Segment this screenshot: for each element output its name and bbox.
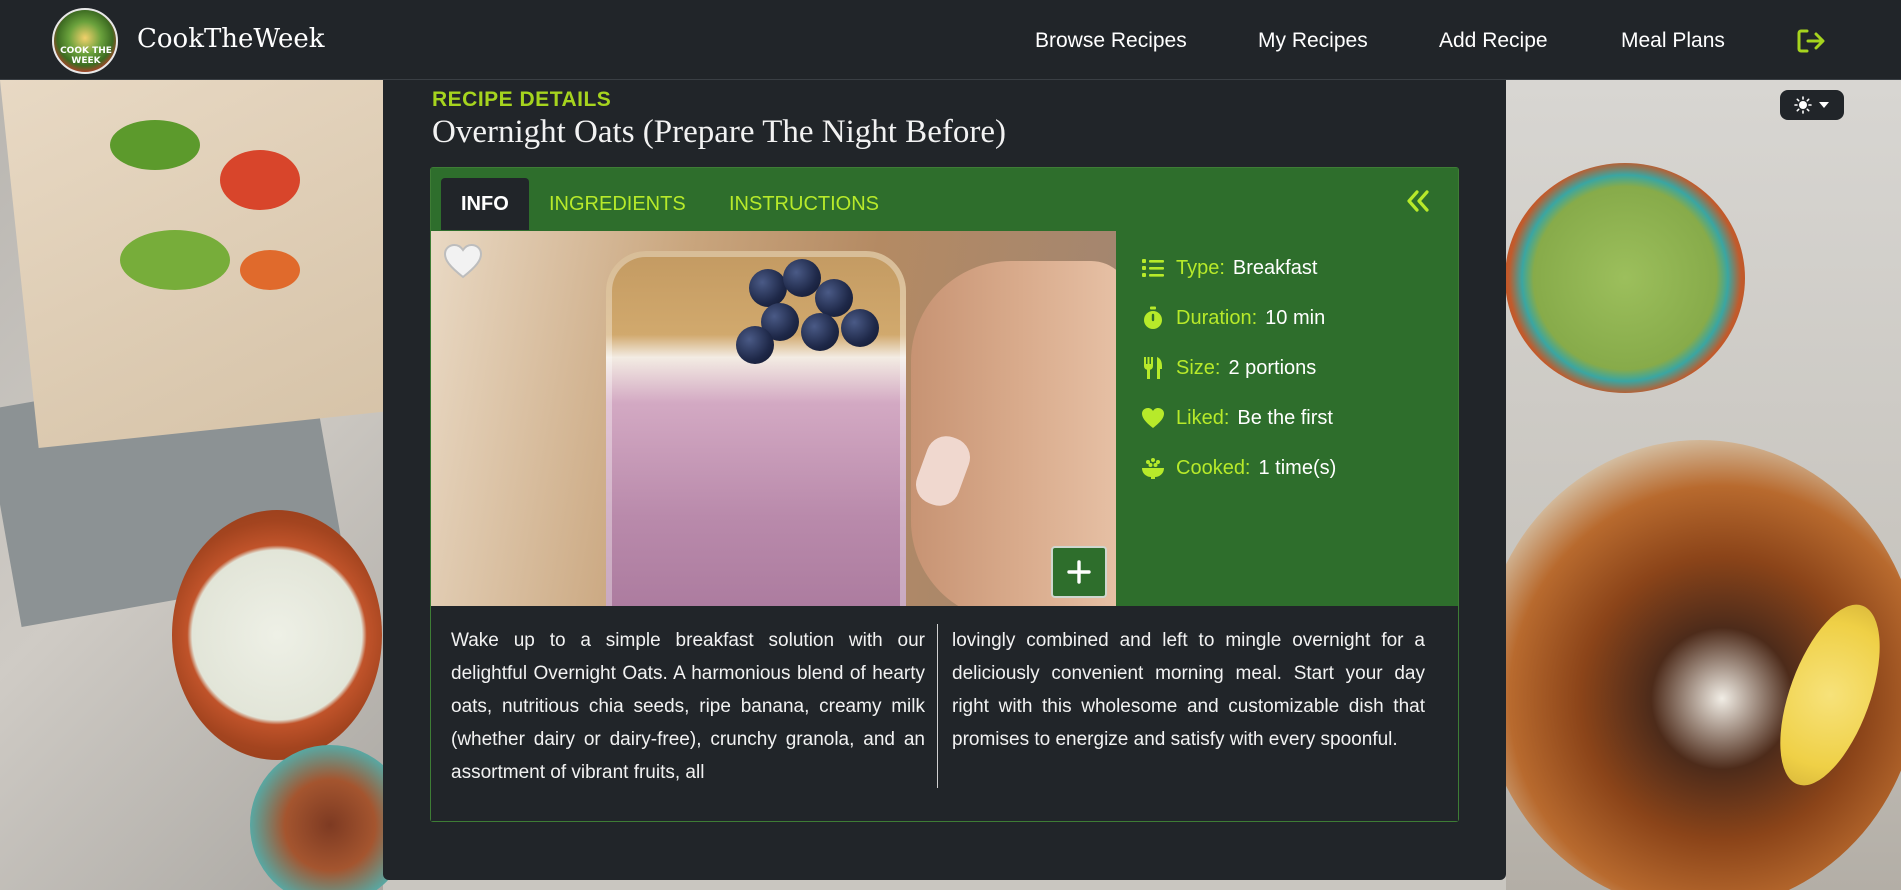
nav-my-recipes[interactable]: My Recipes <box>1258 29 1368 53</box>
recipe-title: Overnight Oats (Prepare The Night Before… <box>432 114 1006 150</box>
recipe-description: Wake up to a simple breakfast solution w… <box>431 606 1458 821</box>
info-liked: Liked: Be the first <box>1141 393 1336 443</box>
collapse-icon[interactable] <box>1403 186 1433 216</box>
nav-add-recipe[interactable]: Add Recipe <box>1439 29 1548 53</box>
info-liked-label: Liked: <box>1176 406 1230 429</box>
tab-info[interactable]: INFO <box>441 178 529 230</box>
recipe-info-list: Type: Breakfast Duration: 10 min Size: 2… <box>1141 243 1336 493</box>
info-duration: Duration: 10 min <box>1141 293 1336 343</box>
theme-toggle-button[interactable] <box>1780 90 1844 120</box>
plus-icon <box>1067 560 1091 584</box>
info-cooked: Cooked: 1 time(s) <box>1141 443 1336 493</box>
description-column-left: Wake up to a simple breakfast solution w… <box>451 624 938 788</box>
sun-icon <box>1794 96 1812 114</box>
info-liked-value: Be the first <box>1237 406 1333 429</box>
tab-instructions[interactable]: INSTRUCTIONS <box>709 178 899 230</box>
favorite-heart-icon[interactable] <box>443 243 483 279</box>
nav-browse-recipes[interactable]: Browse Recipes <box>1035 29 1187 53</box>
tab-ingredients[interactable]: INGREDIENTS <box>529 178 706 230</box>
logo-text: COOK THE WEEK <box>60 46 112 66</box>
info-duration-label: Duration: <box>1176 306 1258 329</box>
info-size: Size: 2 portions <box>1141 343 1336 393</box>
brand-name[interactable]: CookTheWeek <box>137 24 325 54</box>
recipe-panel-header: INFO INGREDIENTS INSTRUCTIONS Type: Brea… <box>431 168 1458 606</box>
info-type-label: Type: <box>1176 256 1225 279</box>
info-type-value: Breakfast <box>1232 256 1318 279</box>
info-cooked-value: 1 time(s) <box>1258 456 1337 479</box>
description-column-right: lovingly combined and left to mingle ove… <box>952 630 1425 750</box>
caret-down-icon <box>1819 102 1829 108</box>
logout-icon[interactable] <box>1797 28 1825 54</box>
info-type: Type: Breakfast <box>1141 243 1336 293</box>
info-cooked-label: Cooked: <box>1176 456 1251 479</box>
heart-icon <box>1142 408 1164 428</box>
bowl-food-icon <box>1142 458 1164 479</box>
nav-meal-plans[interactable]: Meal Plans <box>1621 29 1725 53</box>
info-duration-value: 10 min <box>1265 306 1326 329</box>
list-icon <box>1142 259 1164 277</box>
info-size-label: Size: <box>1176 356 1221 379</box>
add-to-meal-plan-button[interactable] <box>1051 546 1107 598</box>
recipe-card: RECIPE DETAILS Overnight Oats (Prepare T… <box>383 80 1506 880</box>
navbar: COOK THE WEEK CookTheWeek Browse Recipes… <box>0 0 1901 80</box>
recipe-panel: INFO INGREDIENTS INSTRUCTIONS Type: Brea… <box>430 167 1459 822</box>
recipe-photo <box>431 231 1116 606</box>
info-size-value: 2 portions <box>1228 356 1317 379</box>
stopwatch-icon <box>1144 306 1162 329</box>
section-eyebrow: RECIPE DETAILS <box>432 88 612 111</box>
utensils-icon <box>1144 357 1162 379</box>
